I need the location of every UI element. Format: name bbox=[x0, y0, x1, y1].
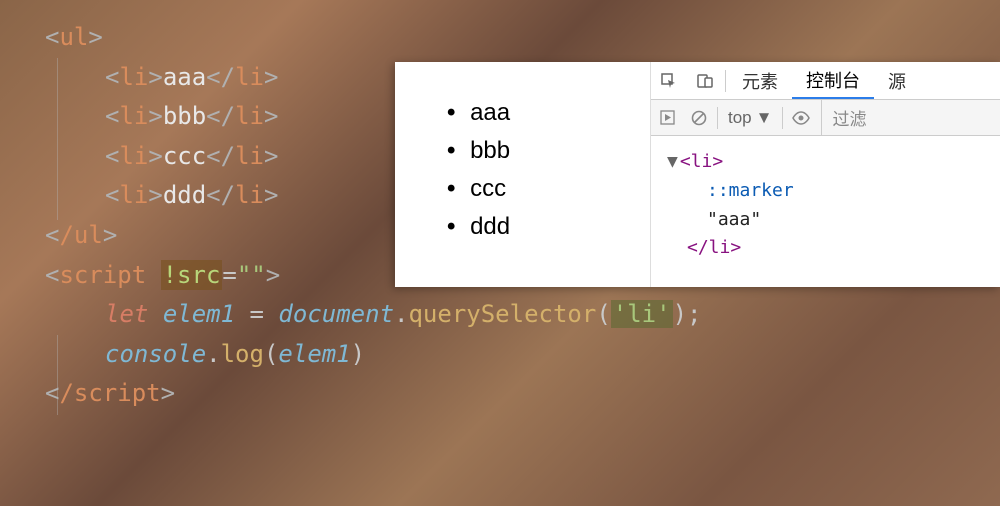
filter-input[interactable]: 过滤 bbox=[821, 100, 876, 135]
rendered-output: aaa bbb ccc ddd bbox=[395, 62, 650, 287]
expand-arrow-icon[interactable]: ▼ bbox=[667, 151, 678, 172]
code-line: </script> bbox=[45, 374, 955, 414]
clear-icon[interactable] bbox=[683, 100, 715, 135]
list-item: ccc bbox=[447, 170, 640, 208]
browser-preview-panel: aaa bbb ccc ddd 元素 控制台 源 top bbox=[395, 62, 1000, 287]
separator bbox=[725, 70, 726, 92]
devtools-panel: 元素 控制台 源 top ▼ 过滤 ▼<li> ::marker bbox=[650, 62, 1000, 287]
tab-console[interactable]: 控制台 bbox=[792, 62, 874, 99]
indent-guide bbox=[57, 58, 58, 220]
element-close: </li> bbox=[667, 234, 984, 263]
separator bbox=[717, 107, 718, 129]
list-item: ddd bbox=[447, 208, 640, 246]
element-node[interactable]: ▼<li> bbox=[667, 148, 984, 177]
separator bbox=[782, 107, 783, 129]
elements-tree[interactable]: ▼<li> ::marker "aaa" </li> bbox=[651, 136, 1000, 287]
pseudo-element[interactable]: ::marker bbox=[667, 177, 984, 206]
play-icon[interactable] bbox=[651, 100, 683, 135]
eye-icon[interactable] bbox=[785, 100, 817, 135]
devtools-tabs: 元素 控制台 源 bbox=[651, 62, 1000, 100]
code-line: let elem1 = document.querySelector('li')… bbox=[45, 295, 955, 335]
tab-elements[interactable]: 元素 bbox=[728, 62, 792, 99]
indent-guide bbox=[57, 335, 58, 415]
code-line: <ul> bbox=[45, 18, 955, 58]
context-selector[interactable]: top ▼ bbox=[720, 108, 780, 128]
code-line: console.log(elem1) bbox=[45, 335, 955, 375]
inspect-icon[interactable] bbox=[651, 62, 687, 99]
tab-sources[interactable]: 源 bbox=[874, 62, 920, 99]
list-item: aaa bbox=[447, 94, 640, 132]
device-icon[interactable] bbox=[687, 62, 723, 99]
text-node[interactable]: "aaa" bbox=[667, 206, 984, 235]
chevron-down-icon: ▼ bbox=[756, 108, 773, 128]
list-item: bbb bbox=[447, 132, 640, 170]
devtools-toolbar: top ▼ 过滤 bbox=[651, 100, 1000, 136]
